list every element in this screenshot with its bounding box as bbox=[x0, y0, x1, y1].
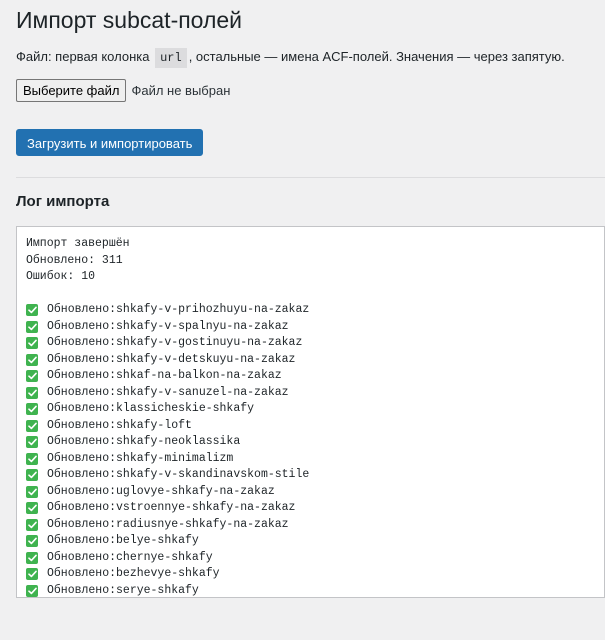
check-mark-icon bbox=[26, 535, 38, 548]
page-description: Файл: первая колонка url, остальные — им… bbox=[16, 47, 565, 68]
description-after: , остальные — имена ACF-полей. Значения … bbox=[188, 49, 565, 64]
log-entry: Обновлено: shkafy-loft bbox=[26, 418, 604, 435]
log-entry-prefix: Обновлено: bbox=[47, 501, 117, 514]
log-entry-prefix: Обновлено: bbox=[47, 567, 117, 580]
log-spacer bbox=[26, 286, 604, 303]
check-mark-icon bbox=[26, 403, 38, 416]
log-entry: Обновлено: serye-shkafy bbox=[26, 583, 604, 598]
log-entry-slug: belye-shkafy bbox=[116, 534, 199, 547]
check-mark-icon bbox=[26, 518, 38, 531]
log-entry-prefix: Обновлено: bbox=[47, 385, 117, 399]
log-entry-slug: shkafy-v-gostinuyu-na-zakaz bbox=[116, 336, 303, 349]
log-entry-prefix: Обновлено: bbox=[47, 484, 117, 498]
log-entry-slug: shkafy-v-detskuyu-na-zakaz bbox=[116, 352, 296, 366]
check-mark-icon bbox=[26, 568, 38, 581]
log-entry-slug: klassicheskie-shkafy bbox=[116, 402, 255, 415]
log-entry-slug: shkafy-minimalizm bbox=[116, 451, 234, 465]
check-mark-icon bbox=[26, 502, 38, 515]
check-mark-icon bbox=[26, 353, 38, 366]
import-log[interactable]: Импорт завершён Обновлено: 311 Ошибок: 1… bbox=[16, 226, 605, 598]
log-entry-prefix: Обновлено: bbox=[47, 468, 117, 481]
log-entry: Обновлено: shkafy-v-gostinuyu-na-zakaz bbox=[26, 335, 604, 352]
log-entries: Обновлено: shkafy-v-prihozhuyu-na-zakaz О… bbox=[26, 302, 604, 598]
file-status: Файл не выбран bbox=[131, 83, 231, 98]
log-entry-prefix: Обновлено: bbox=[47, 517, 117, 531]
check-mark-icon bbox=[26, 304, 38, 317]
check-mark-icon bbox=[26, 584, 38, 597]
log-entry: Обновлено: shkafy-v-skandinavskom-stile bbox=[26, 467, 604, 484]
check-mark-icon bbox=[26, 452, 38, 465]
log-entry: Обновлено: vstroennye-shkafy-na-zakaz bbox=[26, 500, 604, 517]
check-mark-icon bbox=[26, 337, 38, 350]
log-entry-prefix: Обновлено: bbox=[47, 550, 117, 564]
log-entry: Обновлено: radiusnye-shkafy-na-zakaz bbox=[26, 517, 604, 534]
log-entry: Обновлено: shkafy-v-sanuzel-na-zakaz bbox=[26, 385, 604, 402]
upload-import-button[interactable]: Загрузить и импортировать bbox=[16, 129, 204, 156]
log-entry-prefix: Обновлено: bbox=[47, 303, 117, 316]
check-mark-icon bbox=[26, 469, 38, 482]
log-entry: Обновлено: shkafy-v-prihozhuyu-na-zakaz bbox=[26, 302, 604, 319]
log-entry-prefix: Обновлено: bbox=[47, 402, 117, 415]
log-heading: Лог импорта bbox=[16, 193, 110, 210]
log-entry-slug: bezhevye-shkafy bbox=[116, 567, 220, 580]
log-entry: Обновлено: shkaf-na-balkon-na-zakaz bbox=[26, 368, 604, 385]
log-entry-slug: vstroennye-shkafy-na-zakaz bbox=[116, 501, 296, 514]
log-entry-prefix: Обновлено: bbox=[47, 435, 117, 448]
log-entry-slug: shkafy-neoklassika bbox=[116, 435, 241, 448]
log-summary-status: Импорт завершён bbox=[26, 237, 130, 250]
log-entry: Обновлено: chernye-shkafy bbox=[26, 550, 604, 567]
log-entry-slug: shkafy-loft bbox=[116, 418, 192, 432]
log-entry: Обновлено: klassicheskie-shkafy bbox=[26, 401, 604, 418]
check-mark-icon bbox=[26, 419, 38, 432]
log-entry: Обновлено: shkafy-v-spalnyu-na-zakaz bbox=[26, 319, 604, 336]
description-before: Файл: первая колонка bbox=[16, 49, 150, 64]
log-entry-slug: shkafy-v-skandinavskom-stile bbox=[116, 468, 310, 481]
log-entry-slug: radiusnye-shkafy-na-zakaz bbox=[116, 517, 289, 531]
log-entry-prefix: Обновлено: bbox=[47, 451, 117, 465]
log-entry-prefix: Обновлено: bbox=[47, 583, 117, 597]
log-entry-slug: shkafy-v-spalnyu-na-zakaz bbox=[116, 319, 289, 333]
check-mark-icon bbox=[26, 320, 38, 333]
log-entry: Обновлено: shkafy-minimalizm bbox=[26, 451, 604, 468]
log-entry-prefix: Обновлено: bbox=[47, 369, 117, 382]
check-mark-icon bbox=[26, 551, 38, 564]
log-entry: Обновлено: shkafy-v-detskuyu-na-zakaz bbox=[26, 352, 604, 369]
log-entry-slug: shkaf-na-balkon-na-zakaz bbox=[116, 369, 282, 382]
check-mark-icon bbox=[26, 386, 38, 399]
log-entry-slug: shkafy-v-sanuzel-na-zakaz bbox=[116, 385, 289, 399]
log-entry: Обновлено: bezhevye-shkafy bbox=[26, 566, 604, 583]
check-mark-icon bbox=[26, 485, 38, 498]
file-input: Выберите файл Файл не выбран bbox=[16, 79, 230, 102]
choose-file-button[interactable]: Выберите файл bbox=[16, 79, 127, 102]
divider bbox=[16, 177, 605, 178]
log-summary-errors: Ошибок: 10 bbox=[26, 270, 96, 283]
log-entry: Обновлено: uglovye-shkafy-na-zakaz bbox=[26, 484, 604, 501]
check-mark-icon bbox=[26, 436, 38, 449]
check-mark-icon bbox=[26, 370, 38, 383]
log-entry-slug: uglovye-shkafy-na-zakaz bbox=[116, 484, 275, 498]
log-entry-prefix: Обновлено: bbox=[47, 418, 117, 432]
log-entry-prefix: Обновлено: bbox=[47, 534, 117, 547]
log-entry-slug: shkafy-v-prihozhuyu-na-zakaz bbox=[116, 303, 310, 316]
log-entry-prefix: Обновлено: bbox=[47, 352, 117, 366]
log-entry-prefix: Обновлено: bbox=[47, 319, 117, 333]
log-entry: Обновлено: shkafy-neoklassika bbox=[26, 434, 604, 451]
log-entry-slug: serye-shkafy bbox=[116, 583, 199, 597]
log-entry-slug: chernye-shkafy bbox=[116, 550, 213, 564]
page-title: Импорт subcat-полей bbox=[16, 7, 243, 33]
log-summary-updated: Обновлено: 311 bbox=[26, 253, 123, 267]
log-entry: Обновлено: belye-shkafy bbox=[26, 533, 604, 550]
url-code: url bbox=[155, 48, 187, 68]
log-entry-prefix: Обновлено: bbox=[47, 336, 117, 349]
